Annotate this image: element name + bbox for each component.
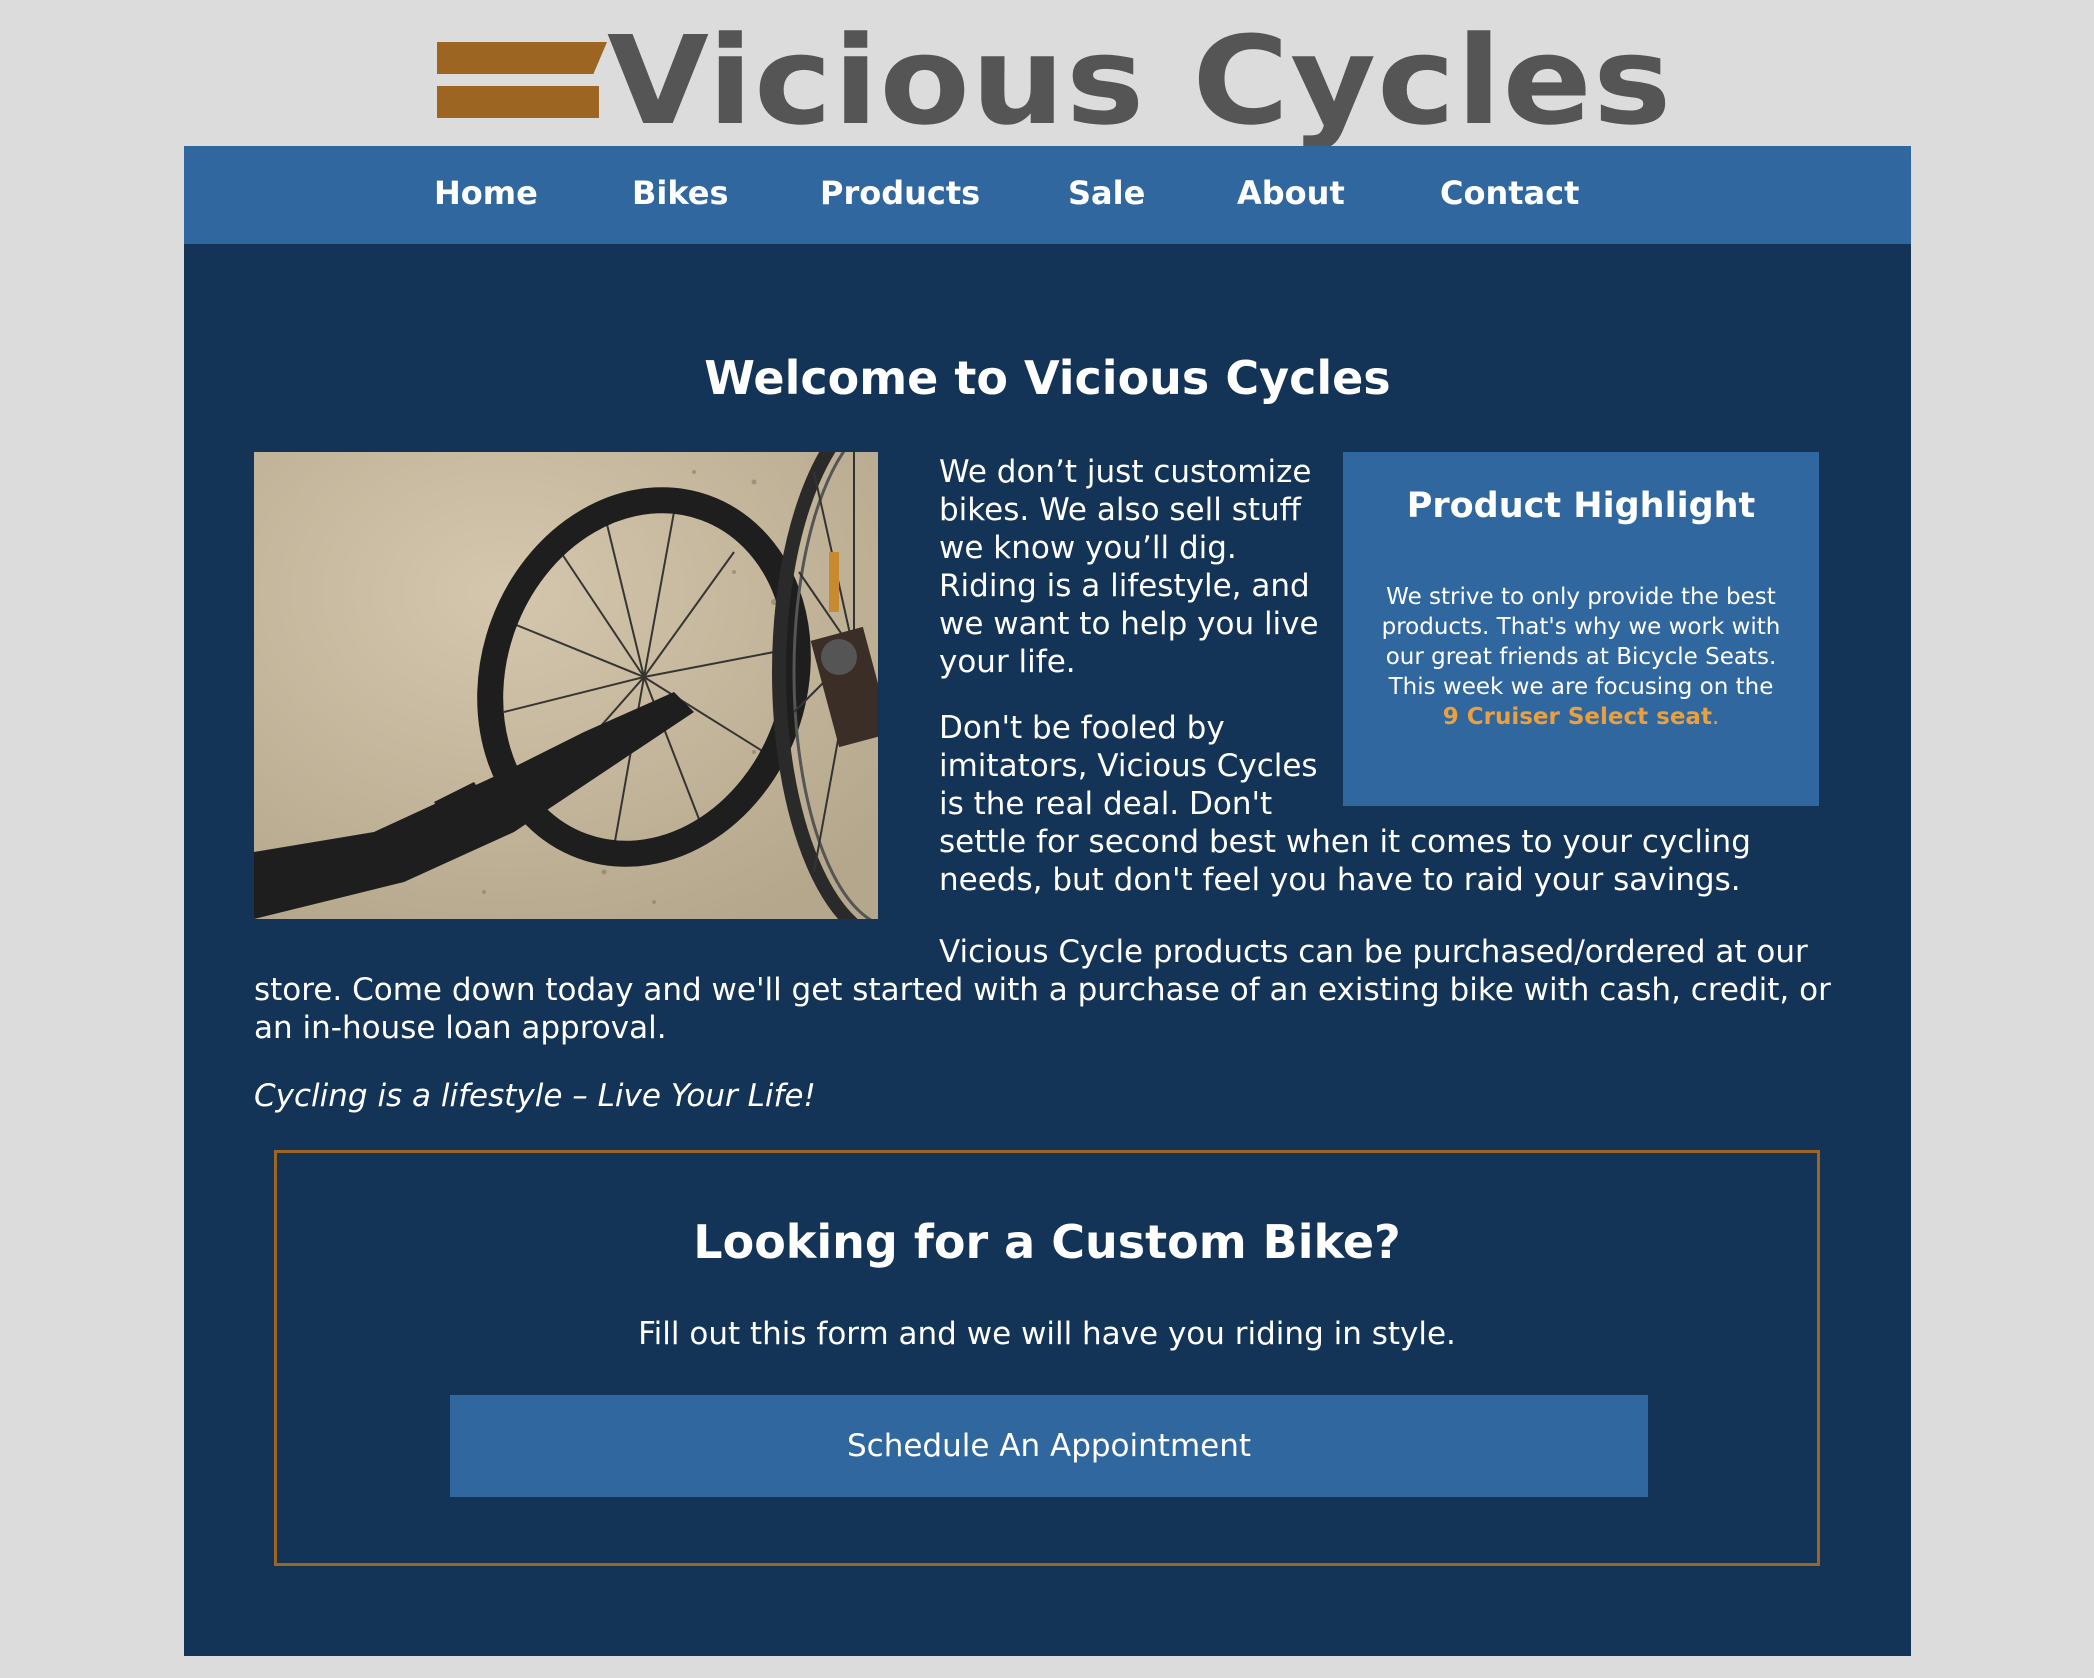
page-title: Welcome to Vicious Cycles xyxy=(704,351,1391,405)
page-container: Home Bikes Products Sale About Contact W… xyxy=(184,146,1911,1656)
schedule-appointment-button[interactable]: Schedule An Appointment xyxy=(450,1395,1648,1497)
product-highlight-box: Product Highlight We strive to only prov… xyxy=(1343,452,1819,806)
logo-stripe-top xyxy=(437,42,607,74)
bike-shadow-illustration xyxy=(254,452,878,919)
highlight-text: We strive to only provide the best produ… xyxy=(1381,584,1781,700)
nav-home[interactable]: Home xyxy=(434,174,538,212)
nav-about[interactable]: About xyxy=(1237,174,1345,212)
custom-bike-title: Looking for a Custom Bike? xyxy=(693,1215,1401,1269)
purchase-paragraph-end: store. Come down today and we'll get sta… xyxy=(254,972,1831,1046)
custom-bike-section: Looking for a Custom Bike? Fill out this… xyxy=(274,1150,1820,1566)
nav-bikes[interactable]: Bikes xyxy=(632,174,729,212)
logo-stripes-icon xyxy=(437,42,622,118)
purchase-paragraph-start: Vicious Cycle products can be purchased/… xyxy=(939,934,1808,970)
logo-stripe-bottom xyxy=(437,86,599,118)
intro-paragraph: We don’t just customize bikes. We also s… xyxy=(939,454,1319,680)
highlight-body: We strive to only provide the best produ… xyxy=(1381,582,1781,732)
cruiser-seat-link[interactable]: 9 Cruiser Select seat xyxy=(1443,704,1712,730)
logo-text: Vicious Cycles xyxy=(607,10,1673,152)
highlight-title: Product Highlight xyxy=(1406,486,1756,526)
main-nav: Home Bikes Products Sale About Contact xyxy=(184,146,1911,244)
site-logo[interactable]: Vicious Cycles xyxy=(437,10,1671,152)
imitators-paragraph-end: settle for second best when it comes to … xyxy=(939,824,1751,898)
hero-image xyxy=(254,452,878,919)
imitators-paragraph-start: Don't be fooled by imitators, Vicious Cy… xyxy=(939,710,1318,822)
nav-products[interactable]: Products xyxy=(820,174,980,212)
highlight-link-period: . xyxy=(1711,704,1720,730)
nav-contact[interactable]: Contact xyxy=(1440,174,1579,212)
custom-bike-subtitle: Fill out this form and we will have you … xyxy=(638,1316,1456,1352)
nav-sale[interactable]: Sale xyxy=(1068,174,1145,212)
tagline: Cycling is a lifestyle – Live Your Life! xyxy=(254,1078,816,1114)
